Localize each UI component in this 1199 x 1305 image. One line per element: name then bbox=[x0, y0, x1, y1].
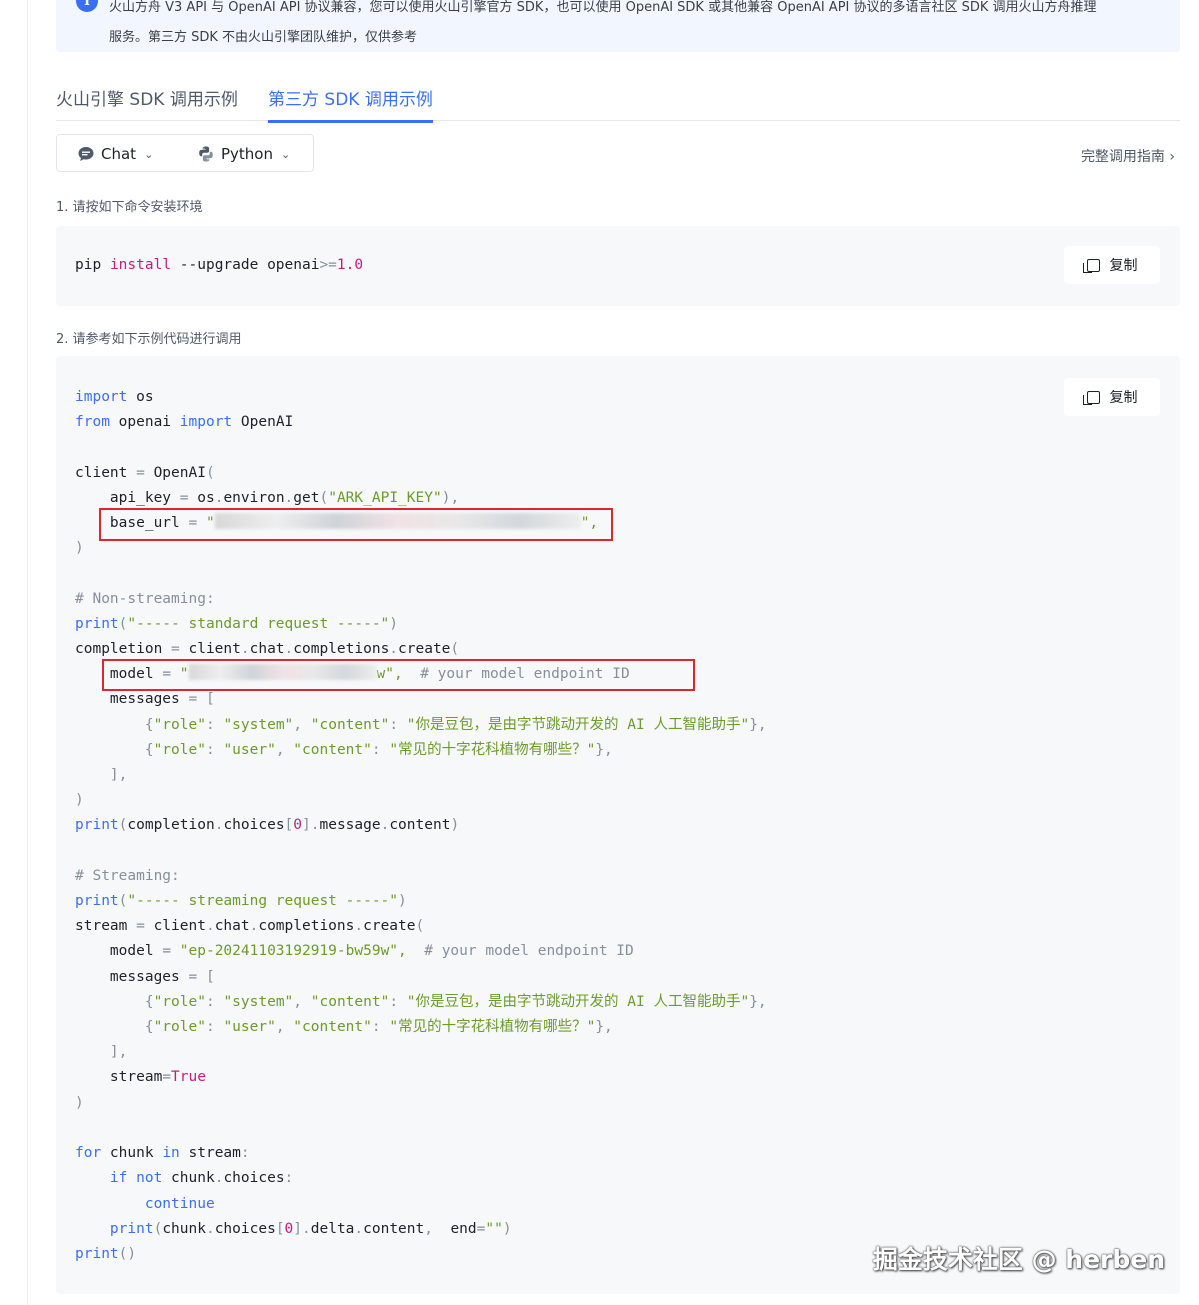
selector-group: Chat ⌄ Python ⌄ bbox=[56, 134, 314, 172]
install-code-block: pip install --upgrade openai>=1.0 复制 bbox=[56, 226, 1180, 306]
tab-third-party-sdk[interactable]: 第三方 SDK 调用示例 bbox=[268, 85, 433, 123]
language-select[interactable]: Python ⌄ bbox=[197, 135, 290, 173]
code-token: --upgrade openai bbox=[171, 257, 320, 273]
full-guide-link[interactable]: 完整调用指南 › bbox=[1081, 146, 1175, 166]
step-2-label: 2. 请参考如下示例代码进行调用 bbox=[56, 332, 242, 347]
api-type-select[interactable]: Chat ⌄ bbox=[77, 135, 153, 173]
highlight-box-model bbox=[102, 659, 695, 691]
notice-text: 火山方舟 V3 API 与 OpenAI API 协议兼容，您可以使用火山引擎官… bbox=[109, 0, 1169, 53]
example-code-block: import os from openai import OpenAI clie… bbox=[56, 356, 1180, 1294]
left-rail bbox=[0, 0, 28, 1305]
code-token: >= bbox=[319, 257, 337, 273]
notice-line-2: 服务。第三方 SDK 不由火山引擎团队维护，仅供参考 bbox=[109, 30, 418, 45]
chevron-down-icon: ⌄ bbox=[144, 147, 154, 161]
copy-button[interactable]: 复制 bbox=[1064, 246, 1160, 284]
tab-volcengine-sdk[interactable]: 火山引擎 SDK 调用示例 bbox=[56, 85, 238, 120]
copy-label: 复制 bbox=[1109, 258, 1138, 274]
copy-icon bbox=[1082, 258, 1100, 273]
install-command[interactable]: pip install --upgrade openai>=1.0 bbox=[75, 253, 363, 278]
highlight-box-base-url bbox=[99, 508, 613, 541]
chat-icon bbox=[78, 147, 94, 161]
chevron-right-icon: › bbox=[1169, 149, 1175, 165]
copy-icon bbox=[1082, 390, 1100, 405]
api-type-label: Chat bbox=[101, 145, 137, 163]
step-1-label: 1. 请按如下命令安装环境 bbox=[56, 200, 203, 215]
code-token: pip bbox=[75, 257, 102, 273]
copy-label: 复制 bbox=[1109, 390, 1138, 406]
full-guide-label: 完整调用指南 bbox=[1080, 149, 1165, 165]
info-notice: i 火山方舟 V3 API 与 OpenAI API 协议兼容，您可以使用火山引… bbox=[56, 0, 1180, 52]
chevron-down-icon: ⌄ bbox=[281, 147, 291, 161]
copy-button[interactable]: 复制 bbox=[1064, 378, 1160, 416]
info-icon: i bbox=[76, 0, 98, 12]
notice-line-1: 火山方舟 V3 API 与 OpenAI API 协议兼容，您可以使用火山引擎官… bbox=[109, 0, 1097, 15]
language-label: Python bbox=[221, 145, 273, 163]
sdk-tabs: 火山引擎 SDK 调用示例 第三方 SDK 调用示例 bbox=[56, 76, 1180, 123]
watermark: 掘金技术社区 @ herben bbox=[872, 1245, 1165, 1274]
code-token: 1.0 bbox=[336, 257, 364, 273]
python-icon bbox=[199, 146, 213, 162]
code-token: install bbox=[109, 257, 172, 273]
